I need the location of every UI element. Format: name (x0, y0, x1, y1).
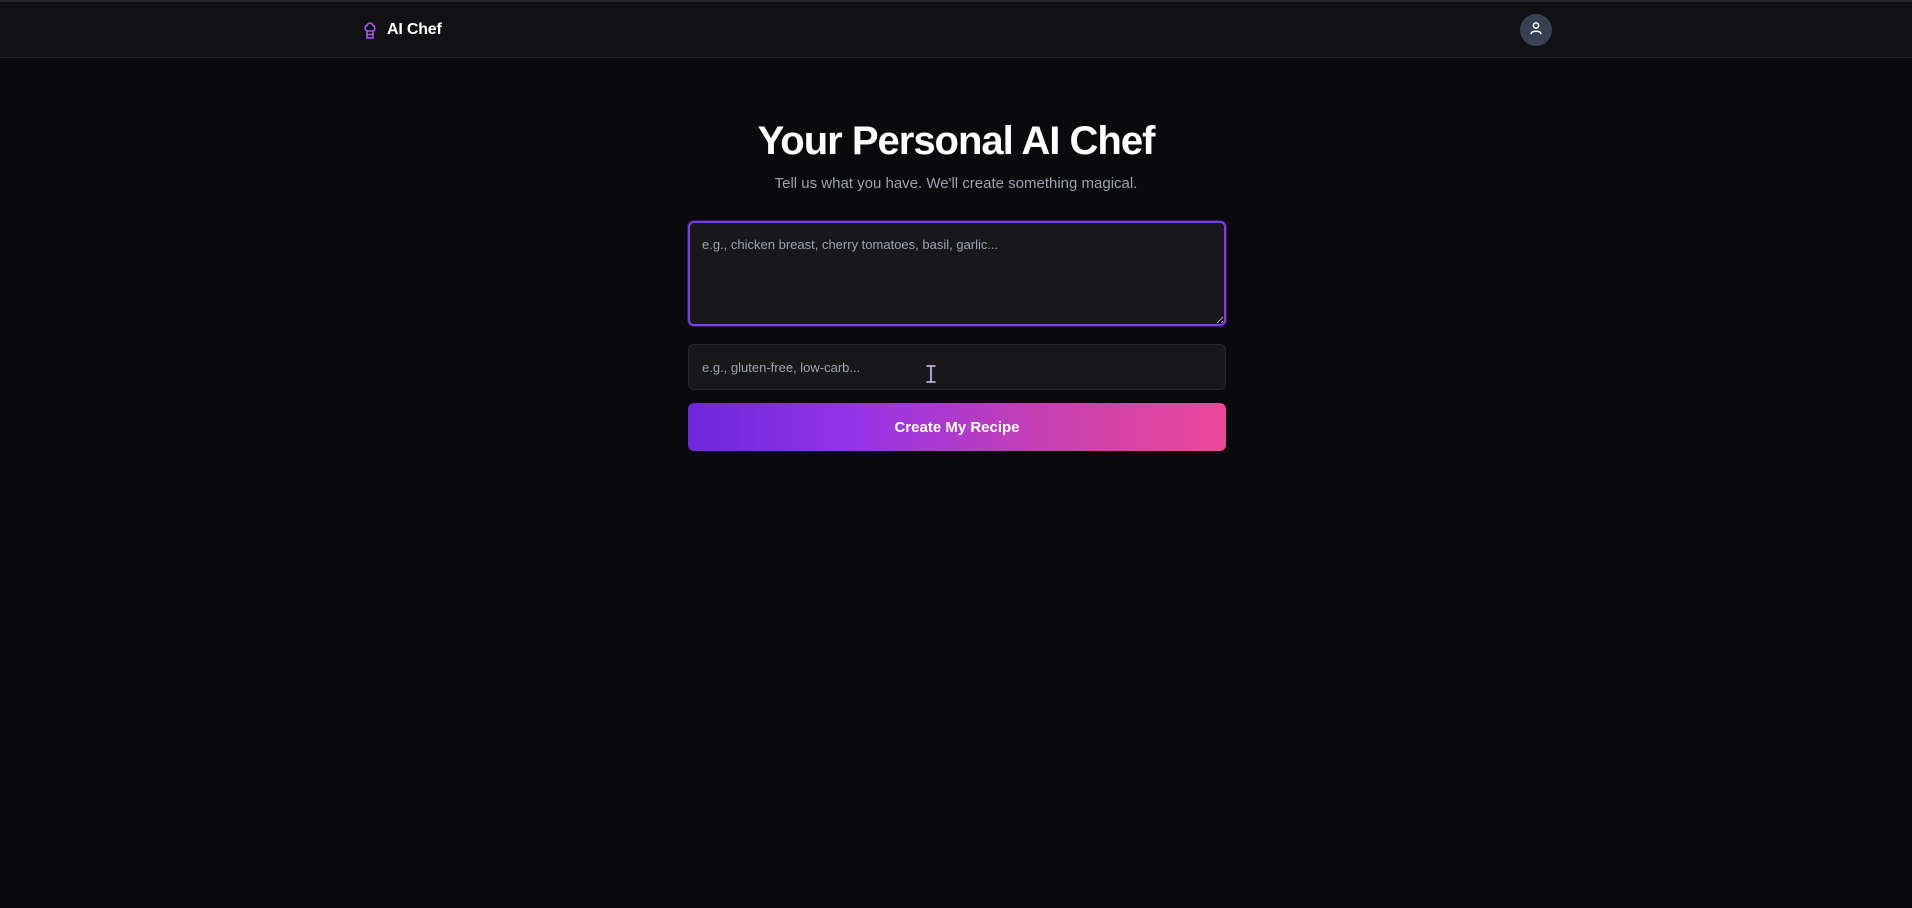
dietary-preferences-input[interactable] (688, 344, 1226, 390)
chef-hat-icon (361, 19, 379, 41)
user-avatar-button[interactable] (1520, 14, 1552, 46)
brand-name: AI Chef (387, 21, 442, 38)
top-navbar: AI Chef (0, 0, 1912, 58)
page-title: Your Personal AI Chef (757, 119, 1156, 163)
ingredients-textarea[interactable] (688, 221, 1226, 326)
create-recipe-button[interactable]: Create My Recipe (688, 403, 1226, 451)
page-subtitle: Tell us what you have. We'll create some… (774, 175, 1138, 192)
brand-logo-link[interactable]: AI Chef (361, 18, 442, 42)
user-icon (1529, 21, 1543, 40)
